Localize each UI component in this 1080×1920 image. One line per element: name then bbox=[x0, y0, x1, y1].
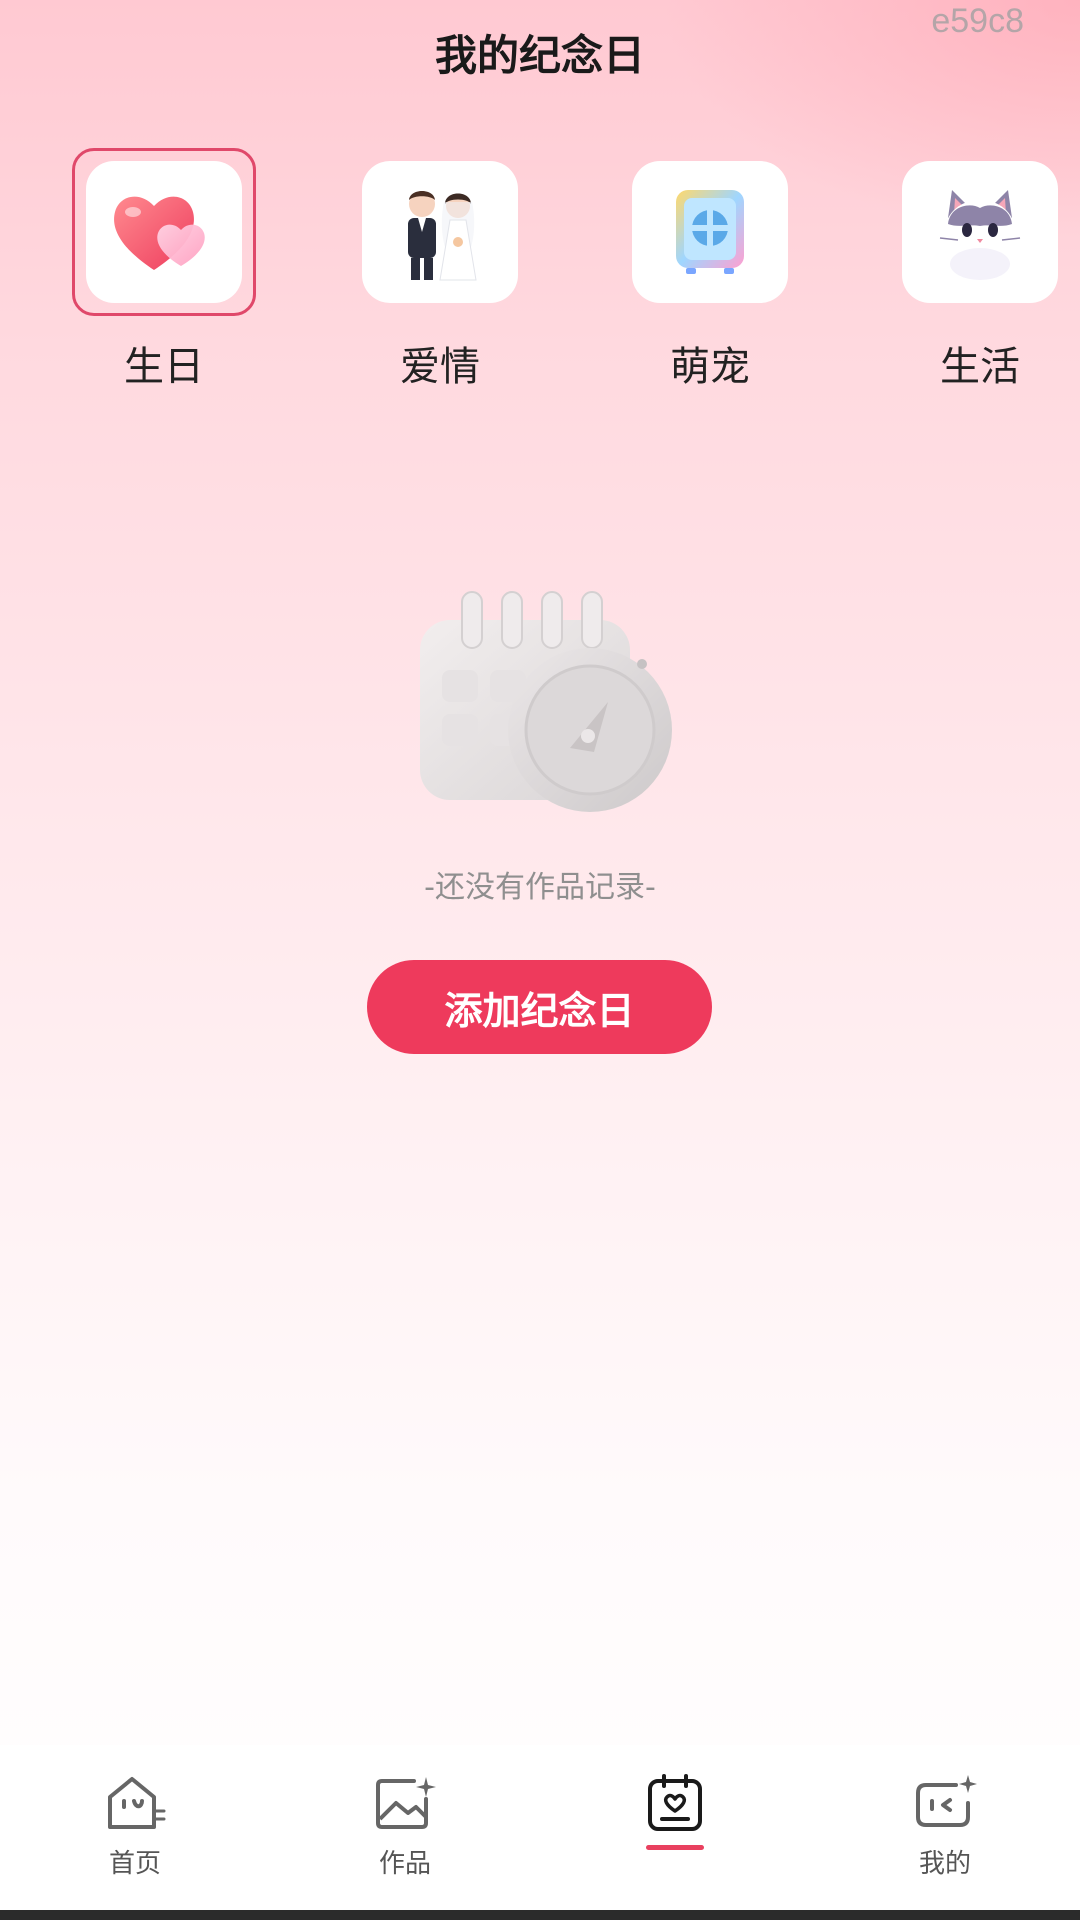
category-label: 生活 bbox=[940, 344, 1020, 390]
bottom-tab-bar: 首页 作品 我的 bbox=[0, 1745, 1080, 1910]
category-love[interactable]: 爱情 bbox=[355, 148, 525, 392]
couple-icon bbox=[408, 191, 477, 281]
anniversary-heart-icon bbox=[648, 1774, 702, 1831]
tab-works[interactable]: 作品 bbox=[325, 1773, 485, 1880]
calendar-clock-icon bbox=[420, 591, 672, 812]
category-tile-frame bbox=[72, 148, 256, 316]
add-anniversary-button[interactable]: 添加纪念日 bbox=[367, 960, 712, 1054]
home-face-icon bbox=[108, 1777, 166, 1829]
page-title: 我的纪念日 bbox=[434, 31, 645, 80]
category-life[interactable]: 生活 bbox=[895, 148, 1065, 392]
corner-tag: e59c8 bbox=[931, 2, 1024, 40]
cat-icon bbox=[939, 190, 1021, 280]
category-tile bbox=[86, 161, 242, 303]
category-label: 生日 bbox=[124, 344, 204, 390]
category-row: 生日 爱情 萌宠 生活 bbox=[0, 148, 1080, 398]
category-tile-frame bbox=[348, 148, 532, 316]
heart-icon bbox=[114, 196, 205, 270]
empty-state-text: -还没有作品记录- bbox=[424, 870, 656, 905]
tab-mine[interactable]: 我的 bbox=[865, 1773, 1025, 1880]
category-tile bbox=[632, 161, 788, 303]
category-pet[interactable]: 萌宠 bbox=[625, 148, 795, 392]
tab-label: 作品 bbox=[378, 1849, 431, 1879]
tab-anniversary[interactable] bbox=[595, 1773, 755, 1850]
category-tile bbox=[362, 161, 518, 303]
active-tab-indicator bbox=[646, 1845, 704, 1850]
category-label: 萌宠 bbox=[670, 344, 750, 390]
category-tile-frame bbox=[618, 148, 802, 316]
category-tile bbox=[902, 161, 1058, 303]
category-label: 爱情 bbox=[400, 344, 480, 390]
tab-label: 首页 bbox=[108, 1849, 161, 1879]
category-tile-frame bbox=[888, 148, 1072, 316]
image-sparkle-icon bbox=[376, 1777, 436, 1829]
tab-label: 我的 bbox=[918, 1849, 971, 1879]
pet-cabinet-icon bbox=[676, 190, 744, 274]
system-bottom-bar bbox=[0, 1910, 1080, 1920]
tab-home[interactable]: 首页 bbox=[55, 1773, 215, 1880]
profile-face-icon bbox=[916, 1775, 977, 1827]
category-birthday[interactable]: 生日 bbox=[72, 148, 256, 392]
